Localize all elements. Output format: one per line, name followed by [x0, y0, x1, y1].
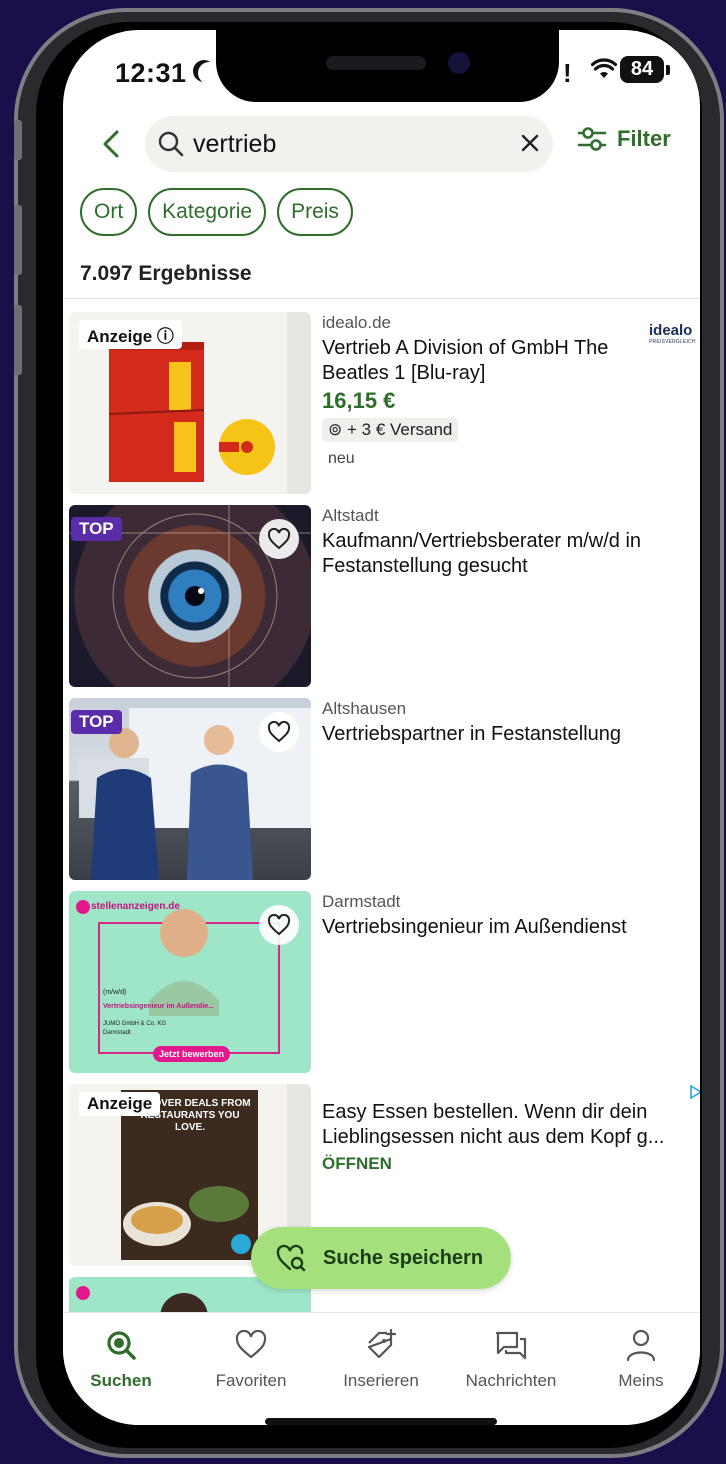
filter-button[interactable]: Filter [577, 126, 671, 152]
idealo-logo: idealo PREISVERGLEICH [649, 322, 699, 345]
open-link[interactable]: ÖFFNEN [322, 1154, 692, 1174]
ad-badge: Anzeige [79, 1092, 161, 1116]
top-badge: TOP [71, 710, 122, 734]
mute-switch [14, 120, 22, 160]
favorite-button[interactable] [259, 712, 299, 752]
item-title: Vertriebspartner in Festanstellung [322, 723, 622, 745]
volume-down-button [14, 305, 22, 375]
idealo-logo-text: idealo [649, 322, 693, 339]
item-seller: idealo.de [322, 313, 392, 332]
nav-label: Suchen [90, 1371, 152, 1390]
job-tag: (m/w/d) [103, 989, 127, 996]
item-thumbnail: Anzeige ⓘ [69, 312, 311, 494]
bottom-navigation: Suchen Favoriten Inserieren Nachrichten … [63, 1312, 700, 1425]
nav-favoriten[interactable]: Favoriten [196, 1327, 306, 1391]
search-icon [107, 1331, 136, 1360]
wifi-icon [591, 58, 617, 78]
sliders-icon [577, 127, 607, 151]
search-input[interactable] [193, 126, 493, 162]
item-thumbnail: TOP [69, 505, 311, 687]
status-time: 12:31 [115, 58, 187, 88]
item-location: Darmstadt [322, 892, 401, 911]
item-details: Altshausen Vertriebspartner in Festanste… [322, 698, 692, 747]
list-item[interactable]: TOP Altshausen Vertriebspartner in Festa… [69, 698, 700, 888]
top-badge: TOP [71, 517, 122, 541]
user-icon [626, 1329, 656, 1362]
search-bar[interactable] [145, 116, 553, 172]
list-item[interactable]: TOP Altstadt Kaufmann/Vertriebsberater m… [69, 505, 700, 695]
heart-icon [267, 914, 291, 936]
chat-icon [495, 1331, 527, 1360]
job-thumb-title: Vertriebsingenieur im Außendie... [103, 1003, 214, 1010]
tag-plus-icon [367, 1329, 397, 1359]
heart-icon [267, 528, 291, 550]
item-location: Altshausen [322, 699, 407, 718]
nav-label: Nachrichten [465, 1371, 557, 1390]
heart-icon [235, 1330, 267, 1359]
result-count: 7.097 Ergebnisse [80, 262, 252, 285]
item-thumbnail: stellenanzeigen.de (m/w/d) Vertriebsinge… [69, 891, 311, 1073]
favorite-button[interactable] [259, 519, 299, 559]
nav-meins[interactable]: Meins [586, 1327, 696, 1391]
nav-suchen[interactable]: Suchen [66, 1327, 176, 1391]
item-details: Darmstadt Vertriebsingenieur im Außendie… [322, 891, 692, 940]
nav-inserieren[interactable]: Inserieren [326, 1327, 436, 1391]
item-location: Altstadt [322, 506, 379, 525]
nav-label: Meins [618, 1371, 664, 1390]
dynamic-island [216, 30, 559, 102]
save-search-button[interactable]: Suche speichern [251, 1227, 511, 1289]
search-icon [158, 131, 184, 157]
item-thumbnail: TOP [69, 698, 311, 880]
adchoices-icon[interactable] [689, 1084, 700, 1100]
item-title: Vertriebsingenieur im Außendienst [322, 916, 627, 938]
item-details: idealo.de Vertrieb A Division of GmbH Th… [322, 312, 692, 468]
clear-search-icon[interactable] [519, 132, 541, 154]
battery-indicator: 84 [620, 56, 664, 83]
nav-label: Favoriten [215, 1371, 287, 1390]
list-item[interactable]: stellenanzeigen.de (m/w/d) Vertriebsinge… [69, 891, 700, 1081]
chip-kategorie[interactable]: Kategorie [148, 188, 267, 236]
job-city: Darmstadt [103, 1030, 131, 1036]
volume-up-button [14, 205, 22, 275]
item-title: Kaufmann/Vertriebsberater m/w/d in Festa… [322, 530, 642, 577]
status-alert: ! [563, 58, 572, 88]
save-search-label: Suche speichern [323, 1246, 484, 1269]
filter-chips: Ort Kategorie Preis [80, 188, 353, 236]
item-details: Altstadt Kaufmann/Vertriebsberater m/w/d… [322, 505, 692, 579]
home-indicator [265, 1418, 497, 1425]
filter-label: Filter [617, 126, 671, 151]
item-condition: neu [328, 450, 355, 467]
divider [63, 298, 700, 299]
item-details: Easy Essen bestellen. Wenn dir dein Lieb… [322, 1098, 692, 1174]
chip-ort[interactable]: Ort [80, 188, 138, 236]
chip-preis[interactable]: Preis [277, 188, 353, 236]
shipping-text: + 3 € Versand [346, 420, 453, 439]
heart-search-icon [276, 1244, 306, 1272]
stellenanzeigen-logo: stellenanzeigen.de [91, 901, 180, 912]
ad-badge: Anzeige ⓘ [79, 320, 182, 349]
idealo-logo-sub: PREISVERGLEICH [649, 339, 696, 345]
back-button[interactable] [97, 126, 127, 162]
item-title: Easy Essen bestellen. Wenn dir dein Lieb… [322, 1101, 665, 1148]
nav-nachrichten[interactable]: Nachrichten [456, 1327, 566, 1391]
item-price: 16,15 € [322, 388, 396, 413]
battery-tip [666, 65, 670, 75]
favorite-button[interactable] [259, 905, 299, 945]
heart-icon [267, 721, 291, 743]
app-screen: 12:31 ! 84 Filter Ort Kategorie [63, 30, 700, 1425]
apply-now-button: Jetzt bewerben [153, 1046, 231, 1062]
item-title: Vertrieb A Division of GmbH The Beatles … [322, 337, 609, 384]
job-company: JUMO GmbH & Co. KG [103, 1021, 167, 1027]
package-icon: ⊚ [328, 420, 343, 439]
nav-label: Inserieren [343, 1371, 419, 1390]
shipping-badge: ⊚ + 3 € Versand [322, 418, 459, 442]
list-item[interactable]: Anzeige ⓘ idealo.de Vertrieb A Division … [69, 312, 700, 502]
